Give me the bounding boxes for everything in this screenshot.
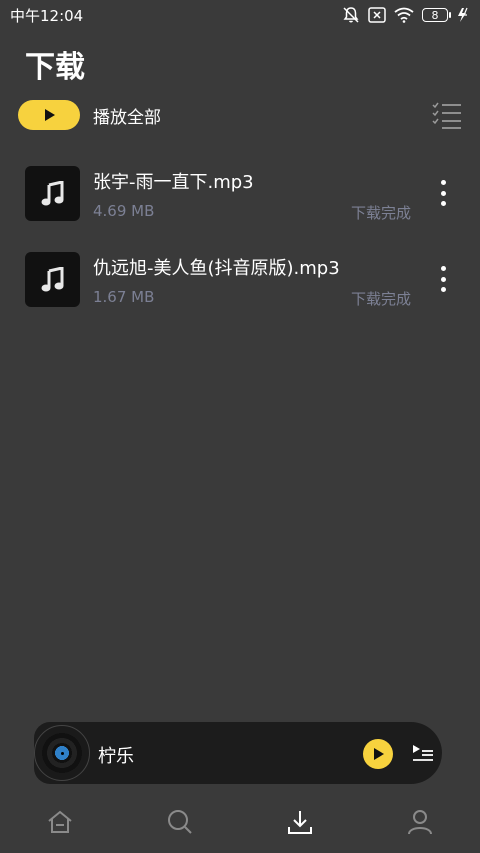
download-icon (288, 810, 312, 834)
song-size: 4.69 MB (93, 202, 155, 220)
status-time: 中午12:04 (10, 6, 84, 25)
mini-player[interactable]: 柠乐 (34, 722, 442, 784)
playlist-icon[interactable] (412, 743, 434, 763)
player-play-button[interactable] (363, 739, 393, 769)
song-size: 1.67 MB (93, 288, 155, 306)
download-status: 下载完成 (350, 290, 411, 308)
music-note-icon (41, 180, 63, 205)
song-row[interactable]: 仇远旭-美人鱼(抖音原版).mp3 1.67 MB 下载完成 (25, 252, 455, 308)
song-title: 仇远旭-美人鱼(抖音原版).mp3 (93, 258, 340, 279)
profile-icon (408, 809, 432, 834)
more-icon[interactable] (439, 180, 447, 206)
play-icon (374, 748, 384, 760)
status-bar: 中午12:04 8 (0, 0, 480, 30)
song-title: 张宇-雨一直下.mp3 (93, 172, 254, 193)
search-icon (168, 809, 192, 834)
vinyl-disc-icon (34, 725, 90, 781)
home-icon (48, 810, 72, 833)
sim-off-icon (368, 7, 386, 23)
tab-download[interactable] (270, 797, 330, 847)
page-title: 下载 (25, 50, 85, 85)
charging-icon (458, 7, 468, 22)
multi-select-icon[interactable] (432, 101, 462, 129)
mute-icon (343, 7, 359, 23)
play-all-button[interactable] (18, 100, 80, 130)
tab-profile[interactable] (390, 797, 450, 847)
player-title: 柠乐 (98, 746, 134, 767)
download-status: 下载完成 (350, 204, 411, 222)
song-row[interactable]: 张宇-雨一直下.mp3 4.69 MB 下载完成 (25, 166, 455, 222)
status-icons: 8 (342, 6, 470, 24)
battery-icon: 8 (422, 8, 451, 22)
battery-level: 8 (431, 8, 439, 22)
wifi-icon (394, 7, 414, 23)
play-all-label[interactable]: 播放全部 (93, 103, 161, 128)
play-all-row: 播放全部 (18, 98, 462, 132)
play-icon (45, 109, 55, 121)
song-cover (25, 166, 80, 221)
song-cover (25, 252, 80, 307)
tab-home[interactable] (30, 797, 90, 847)
tab-bar (0, 790, 480, 853)
music-note-icon (41, 266, 63, 291)
more-icon[interactable] (439, 266, 447, 292)
tab-search[interactable] (150, 797, 210, 847)
